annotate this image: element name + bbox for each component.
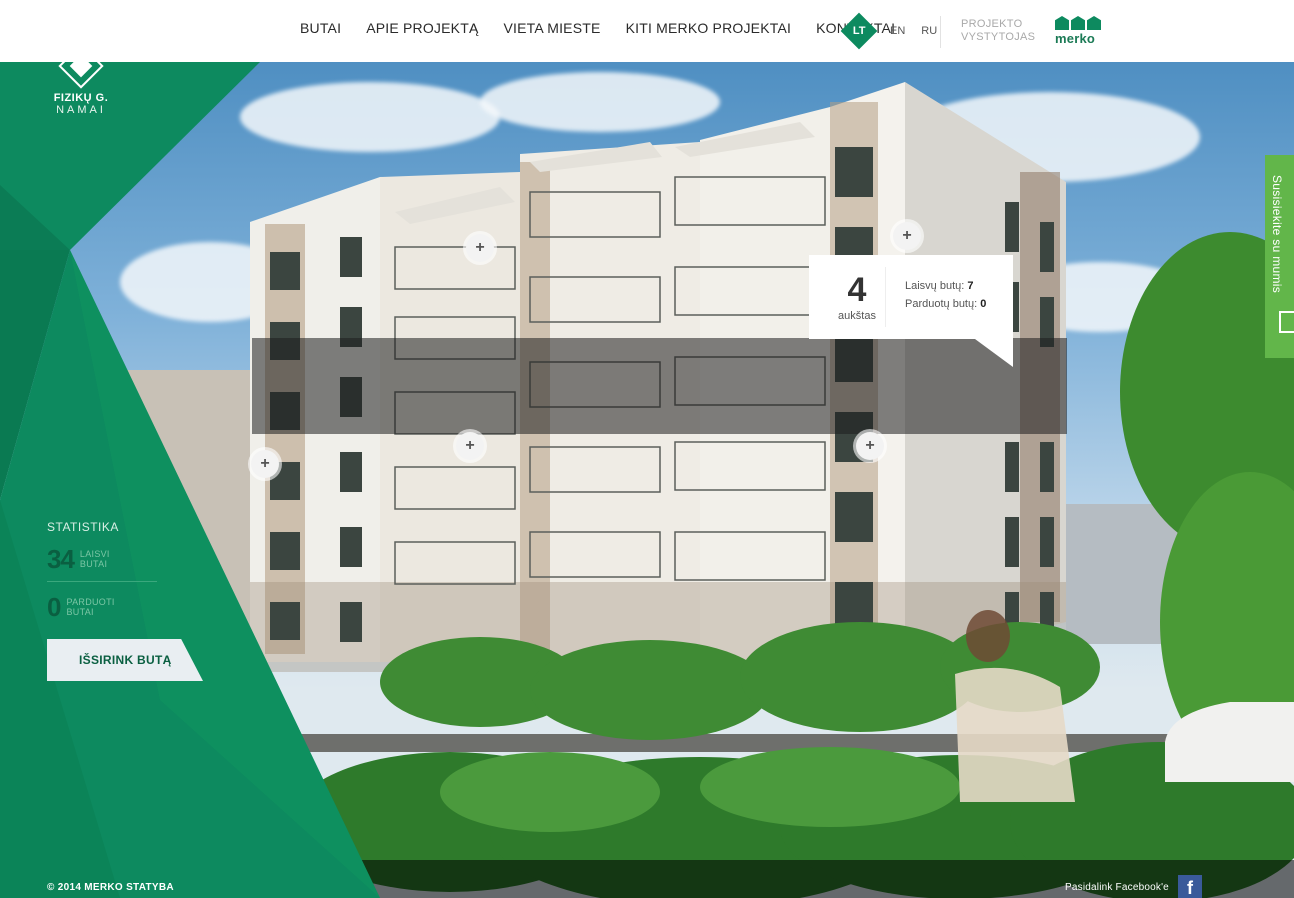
nav-item-butai[interactable]: BUTAI bbox=[300, 20, 341, 36]
contact-side-tab[interactable]: Susisiekite su mumis bbox=[1265, 155, 1294, 358]
floor-hotspot-plus-icon[interactable]: + bbox=[251, 450, 279, 478]
floor-number: 4 bbox=[847, 271, 867, 309]
merko-logo[interactable]: merko bbox=[1055, 16, 1101, 46]
facebook-icon[interactable]: f bbox=[1178, 875, 1202, 898]
merko-logo-icon bbox=[1055, 16, 1101, 30]
floor-hotspot-plus-icon[interactable]: + bbox=[466, 234, 494, 262]
nav-item-kiti-merko-projektai[interactable]: KITI MERKO PROJEKTAI bbox=[626, 20, 792, 36]
top-navigation-bar: BUTAI APIE PROJEKTĄ VIETA MIESTE KITI ME… bbox=[0, 0, 1294, 62]
facebook-share-text[interactable]: Pasidalink Facebook'e bbox=[1065, 882, 1169, 893]
developer-label: PROJEKTO VYSTYTOJAS bbox=[961, 18, 1036, 43]
language-lt[interactable]: LT bbox=[840, 12, 878, 50]
contact-tab-arrow-icon bbox=[1279, 311, 1294, 333]
merko-logo-text: merko bbox=[1055, 31, 1096, 46]
floor-label: aukštas bbox=[838, 310, 876, 322]
floor-hotspot-plus-icon[interactable]: + bbox=[456, 432, 484, 460]
hero-render-image bbox=[0, 62, 1294, 898]
language-en[interactable]: EN bbox=[890, 25, 905, 37]
floor-hotspot-plus-icon[interactable]: + bbox=[856, 432, 884, 460]
nav-item-vieta-mieste[interactable]: VIETA MIESTE bbox=[504, 20, 601, 36]
tooltip-divider bbox=[885, 267, 886, 327]
choose-apartment-button[interactable]: IŠSIRINK BUTĄ bbox=[47, 639, 203, 681]
nav-item-apie-projekta[interactable]: APIE PROJEKTĄ bbox=[366, 20, 478, 36]
language-ru[interactable]: RU bbox=[921, 25, 937, 37]
floor-info-tooltip: 4 aukštas Laisvų butų: 7 Parduotų butų: … bbox=[809, 255, 1013, 367]
free-apartments-row: Laisvų butų: 7 bbox=[905, 280, 974, 292]
floor-highlight-band[interactable] bbox=[252, 338, 1067, 434]
language-switcher: LT EN RU bbox=[840, 12, 945, 50]
floor-hotspot-plus-icon[interactable]: + bbox=[893, 222, 921, 250]
header-divider bbox=[940, 16, 941, 48]
apartment-building bbox=[250, 82, 1294, 898]
sold-apartments-row: Parduotų butų: 0 bbox=[905, 298, 987, 310]
contact-tab-label: Susisiekite su mumis bbox=[1270, 175, 1284, 294]
main-nav: BUTAI APIE PROJEKTĄ VIETA MIESTE KITI ME… bbox=[300, 20, 920, 36]
